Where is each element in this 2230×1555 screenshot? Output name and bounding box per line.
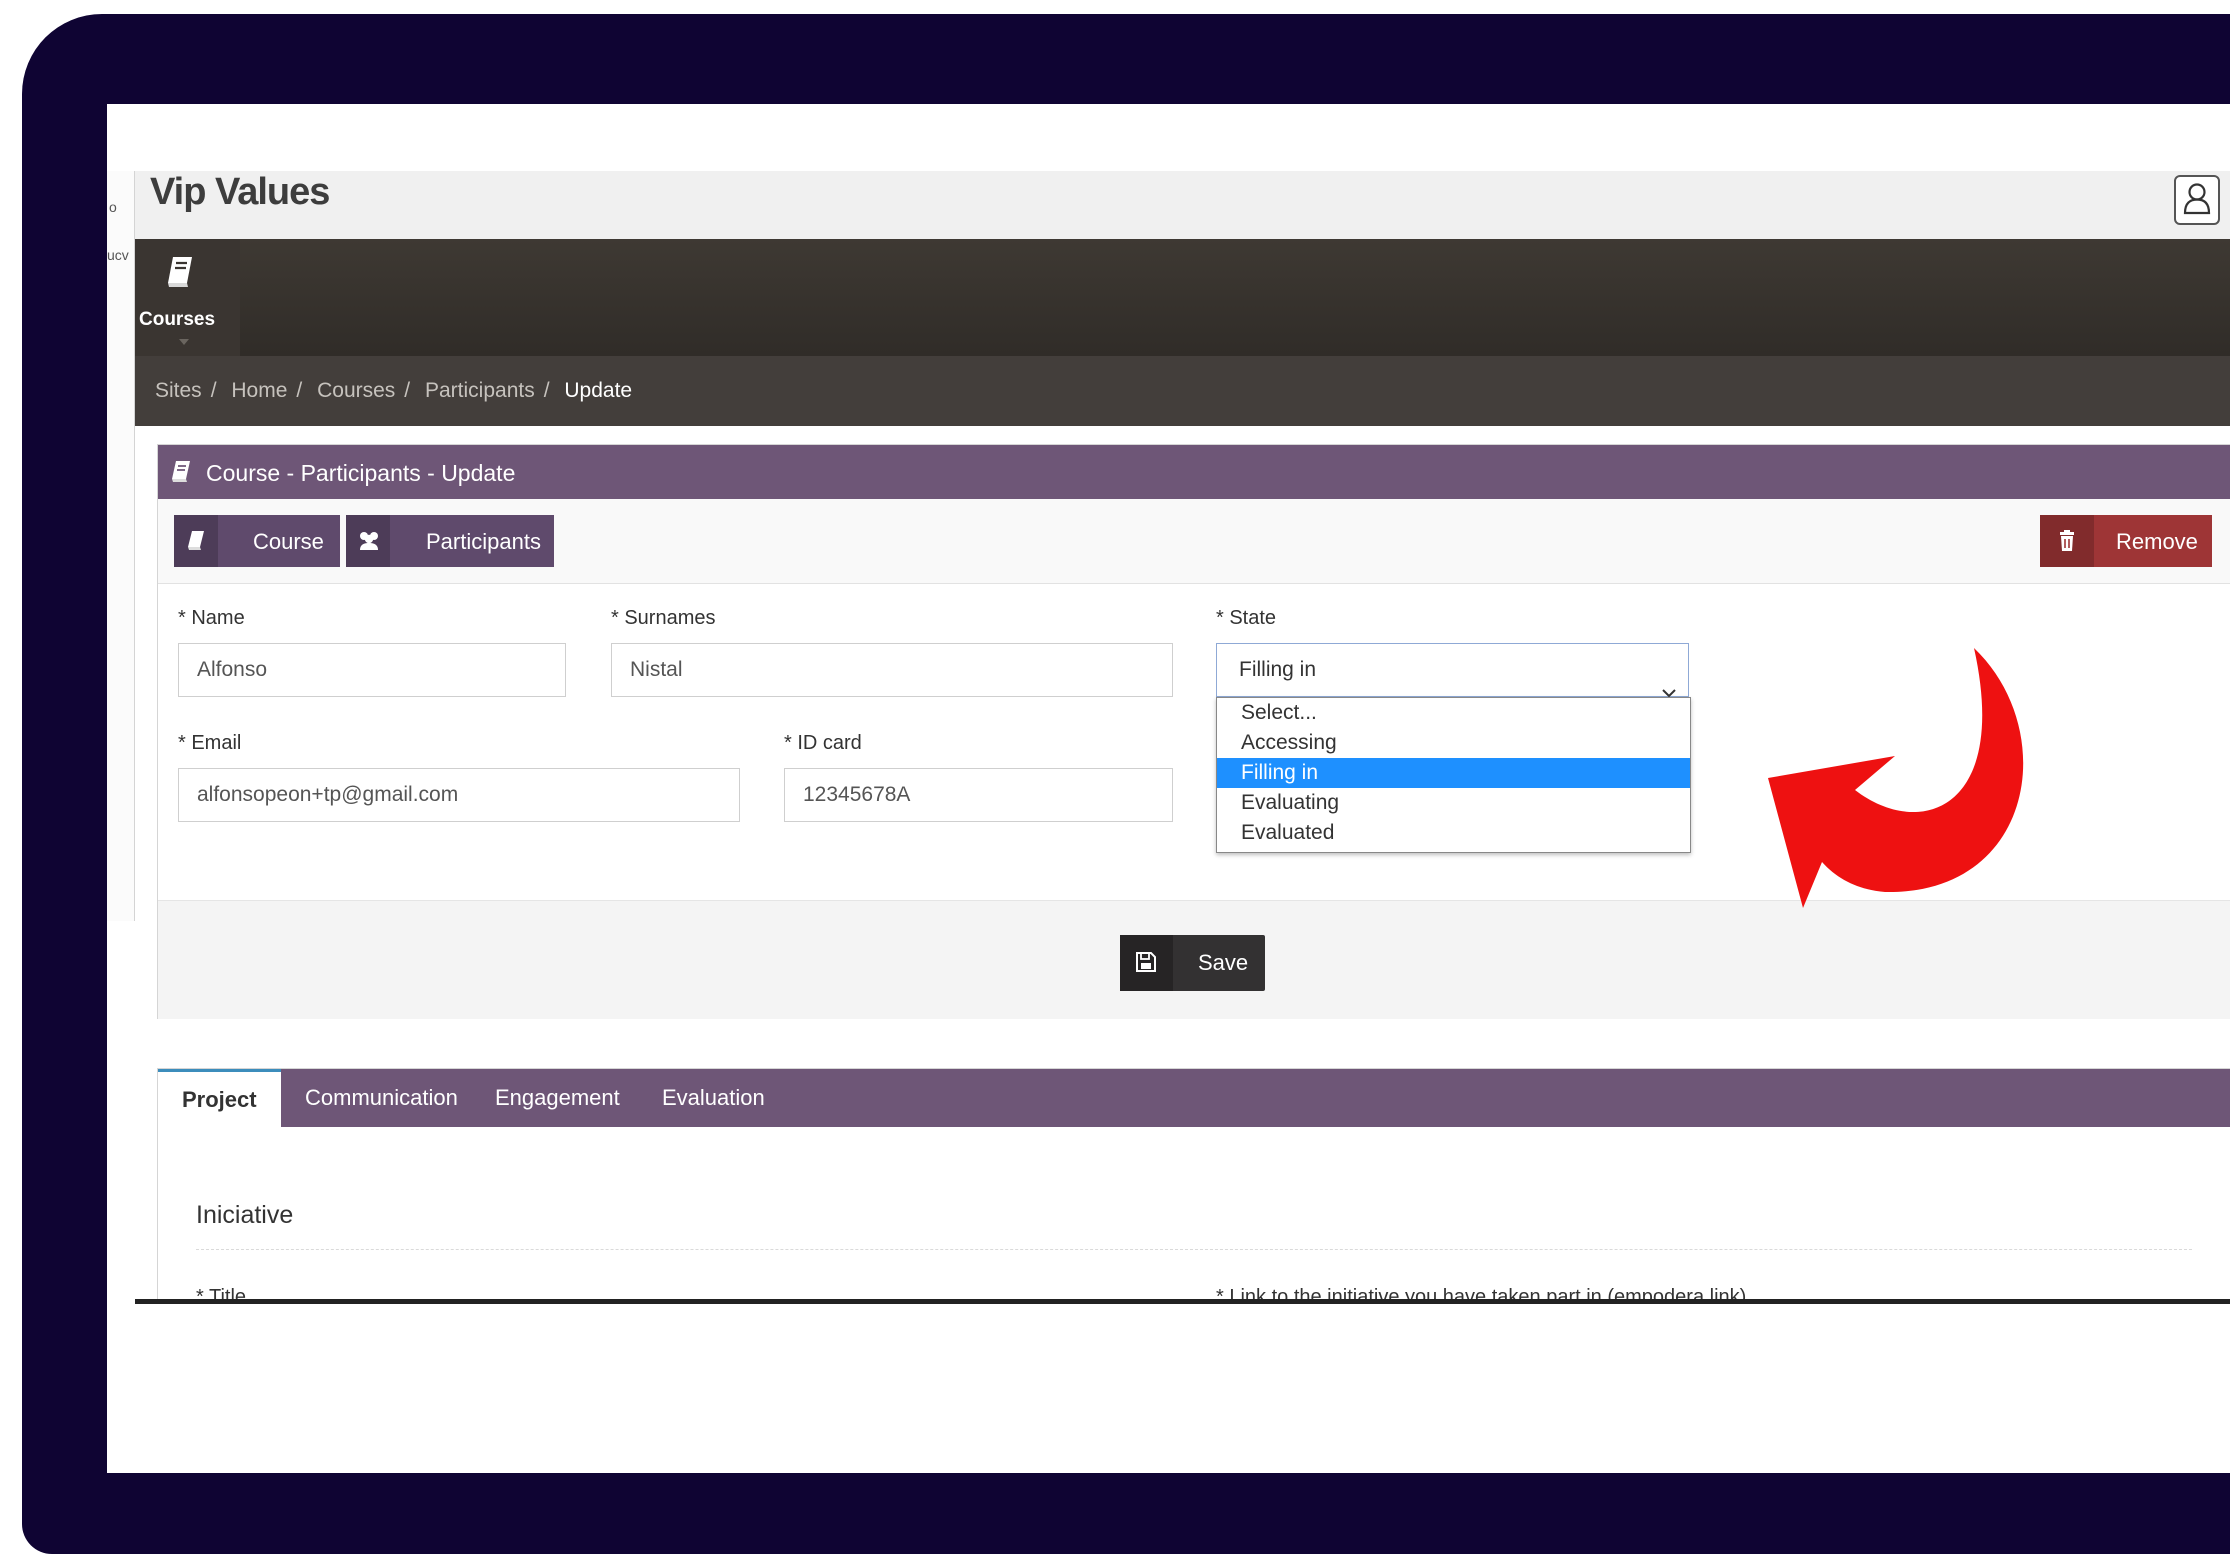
save-icon [1136, 952, 1156, 977]
user-icon [2183, 183, 2211, 215]
tab-communication[interactable]: Communication [281, 1069, 482, 1127]
remove-button[interactable]: Remove [2040, 515, 2212, 567]
breadcrumb-current: Update [564, 379, 633, 402]
app-header: Vip Values [135, 171, 2230, 239]
panel-toolbar: Course Participants Remove [158, 499, 2230, 584]
breadcrumb-separator: / [543, 379, 550, 402]
email-field[interactable]: alfonsopeon+tp@gmail.com [178, 768, 740, 822]
trash-icon [2059, 530, 2075, 558]
breadcrumb: Sites / Home / Courses / Participants / Upda… [135, 356, 2230, 426]
breadcrumb-courses[interactable]: Courses [317, 379, 395, 402]
state-option[interactable]: Evaluated [1217, 818, 1690, 848]
panel-header: Course - Participants - Update [158, 445, 2230, 499]
save-button-label: Save [1198, 950, 1249, 975]
detail-tabs-panel: Project Communication Engagement Evaluat… [157, 1068, 2230, 1302]
user-menu-button[interactable] [2174, 175, 2220, 225]
remove-button-label: Remove [2116, 529, 2198, 554]
book-icon [170, 459, 192, 488]
curved-arrow-icon [1768, 648, 2024, 908]
state-option[interactable]: Accessing [1217, 728, 1690, 758]
tab-engagement[interactable]: Engagement [471, 1069, 644, 1127]
name-label: * Name [178, 607, 245, 629]
breadcrumb-separator: / [210, 379, 217, 402]
breadcrumb-home[interactable]: Home [231, 379, 287, 402]
nav-item-label: Courses [139, 309, 216, 330]
participants-button[interactable]: Participants [346, 515, 554, 567]
strip-glyph: o [109, 199, 117, 215]
content-bottom-edge [135, 1299, 2230, 1304]
nav-item-courses[interactable]: Courses [135, 239, 240, 356]
book-icon [165, 254, 195, 293]
idcard-label: * ID card [784, 732, 862, 754]
tab-project[interactable]: Project [158, 1069, 281, 1127]
surnames-field[interactable]: Nistal [611, 643, 1173, 697]
state-label: * State [1216, 607, 1277, 629]
main-navbar: Courses [135, 239, 2230, 356]
background-window-strip: o ucv [107, 171, 137, 921]
state-select-value: Filling in [1239, 658, 1317, 681]
state-option[interactable]: Filling in [1217, 758, 1690, 788]
idcard-field[interactable]: 12345678A [784, 768, 1173, 822]
course-button[interactable]: Course [174, 515, 340, 567]
state-option[interactable]: Evaluating [1217, 788, 1690, 818]
app-title: Vip Values [150, 171, 330, 213]
surnames-label: * Surnames [611, 607, 716, 629]
breadcrumb-participants[interactable]: Participants [425, 379, 535, 402]
tab-bar: Project Communication Engagement Evaluat… [158, 1069, 2230, 1127]
name-field[interactable]: Alfonso [178, 643, 566, 697]
strip-text: ucv [107, 247, 129, 263]
breadcrumb-separator: / [404, 379, 411, 402]
users-icon [357, 530, 381, 558]
section-title: Iniciative [196, 1201, 294, 1229]
state-option[interactable]: Select... [1217, 698, 1690, 728]
tab-evaluation[interactable]: Evaluation [638, 1069, 789, 1127]
participants-button-label: Participants [426, 529, 541, 554]
course-button-label: Course [253, 529, 324, 554]
email-label: * Email [178, 732, 242, 754]
state-select[interactable]: Filling in [1216, 643, 1689, 698]
section-divider [196, 1249, 2192, 1250]
panel-title: Course - Participants - Update [206, 460, 516, 486]
nav-caret-icon [179, 339, 189, 345]
save-button[interactable]: Save [1120, 935, 1265, 991]
book-icon [187, 530, 205, 558]
state-dropdown-list: Select... Accessing Filling in Evaluating Ev… [1216, 697, 1691, 853]
breadcrumb-separator: / [296, 379, 303, 402]
breadcrumb-sites[interactable]: Sites [155, 379, 202, 402]
